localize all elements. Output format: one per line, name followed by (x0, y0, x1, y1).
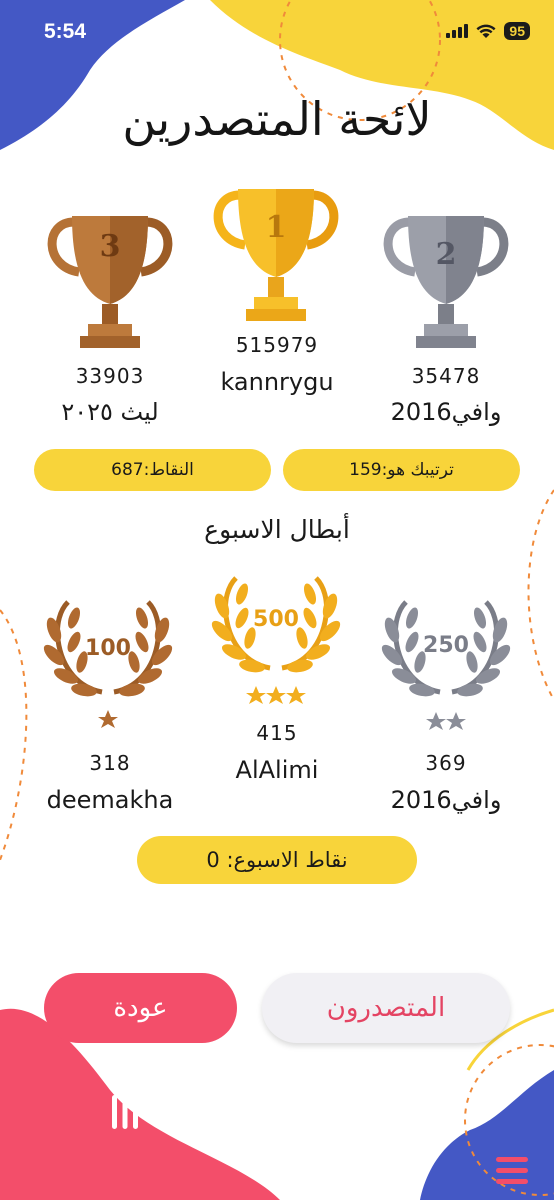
podium-2-name: وافي2016 (390, 398, 502, 426)
rank-pill: ترتيبك هو:159 (283, 449, 520, 491)
weekly-3-score: 318 (89, 751, 131, 775)
bars-icon[interactable] (110, 1095, 140, 1129)
weekly-points-pill: نقاط الاسبوع: 0 (137, 836, 417, 884)
laurel-gold-500-icon: 500 (211, 576, 341, 704)
weekly-2-score: 369 (425, 751, 467, 775)
weekly-heroes-title: أبطال الاسبوع (204, 515, 350, 544)
points-label: النقاط:687 (111, 460, 194, 480)
wifi-icon (476, 24, 496, 38)
trophy-bronze-icon: 3 (47, 216, 173, 348)
signal-icon (446, 24, 469, 38)
podium-2-score: 35478 (411, 364, 481, 388)
podium-1-name: kannrygu (220, 368, 334, 396)
svg-text:1: 1 (266, 210, 287, 245)
podium-3-score: 33903 (75, 364, 145, 388)
laurel-silver-250-icon: 250 (381, 600, 511, 730)
svg-text:3: 3 (100, 229, 121, 264)
svg-text:250: 250 (423, 633, 469, 658)
svg-text:100: 100 (85, 636, 131, 661)
status-time: 5:54 (44, 20, 87, 43)
podium-1-score: 515979 (235, 333, 319, 357)
podium-3-name: ليث ٢٠٢٥ (61, 398, 159, 426)
weekly-1-score: 415 (256, 721, 298, 745)
weekly-2-name: وافي2016 (390, 786, 502, 814)
weekly-3-name: deemakha (46, 786, 174, 814)
status-icons: 95 (446, 22, 530, 40)
rank-label: ترتيبك هو:159 (349, 460, 454, 480)
svg-text:500: 500 (253, 607, 299, 632)
weekly-points-label: نقاط الاسبوع: 0 (206, 848, 348, 872)
page-title: لائحة المتصدرين (122, 92, 432, 146)
svg-text:2: 2 (436, 237, 457, 272)
back-button[interactable]: عودة (44, 973, 237, 1043)
points-pill: النقاط:687 (34, 449, 271, 491)
battery-level: 95 (504, 22, 530, 40)
laurel-bronze-100-icon: 100 (43, 600, 173, 728)
weekly-1-name: AlAlimi (235, 756, 319, 784)
hamburger-icon[interactable] (496, 1157, 528, 1185)
trophy-silver-icon: 2 (383, 216, 509, 348)
trophy-gold-icon: 1 (213, 189, 339, 321)
leaders-button[interactable]: المتصدرون (262, 973, 510, 1043)
